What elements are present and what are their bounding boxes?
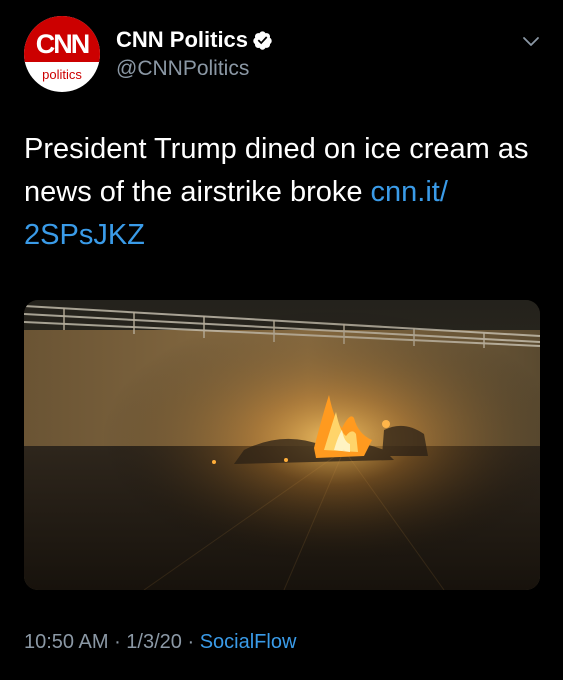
avatar[interactable]: CNN politics (24, 16, 100, 92)
verified-badge-icon (253, 31, 272, 50)
tweet-time[interactable]: 10:50 AM (24, 631, 109, 653)
tweet-source-link[interactable]: SocialFlow (200, 631, 297, 653)
user-handle[interactable]: @CNNPolitics (116, 56, 249, 82)
tweet[interactable]: CNN politics CNN Politics @CNNPolitics P… (0, 0, 563, 680)
avatar-sub-text: politics (42, 67, 82, 82)
tweet-date[interactable]: 1/3/20 (126, 631, 182, 653)
chevron-down-icon[interactable] (520, 34, 542, 50)
tweet-body-text: President Trump dined on ice cream as ne… (24, 133, 529, 208)
display-name[interactable]: CNN Politics (116, 27, 248, 53)
tweet-meta: 10:50 AM · 1/3/20 · SocialFlow (24, 628, 296, 656)
meta-separator: · (108, 631, 127, 653)
avatar-logo-text: CNN (35, 29, 91, 59)
photo-image (24, 300, 540, 590)
tweet-text: President Trump dined on ice cream as ne… (24, 128, 539, 257)
meta-separator: · (181, 631, 200, 653)
tweet-photo[interactable] (24, 300, 540, 590)
